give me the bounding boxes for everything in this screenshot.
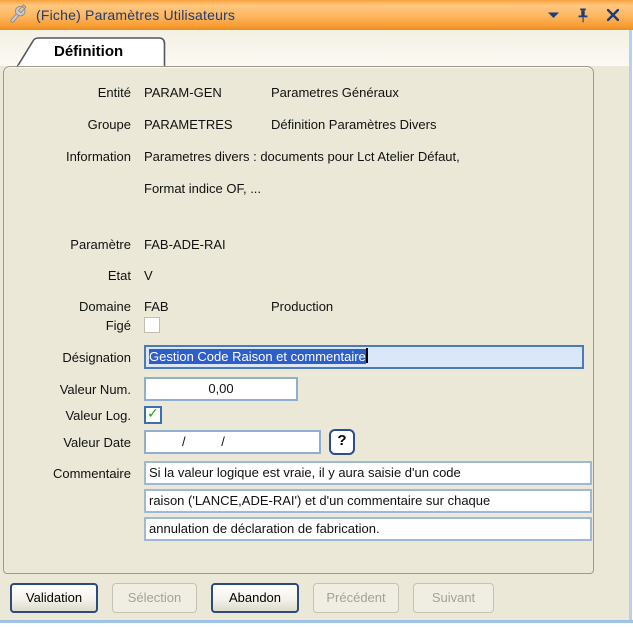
- valeur-date-label: Valeur Date: [4, 435, 131, 450]
- information-line1: Parametres divers : documents pour Lct A…: [144, 149, 460, 164]
- designation-input[interactable]: Gestion Code Raison et commentaire: [144, 345, 584, 369]
- row-commentaire-2: raison ('LANCE,ADE-RAI') et d'un comment…: [4, 490, 592, 512]
- entite-label: Entité: [4, 85, 131, 100]
- groupe-desc: Définition Paramètres Divers: [271, 117, 436, 132]
- row-entite: Entité PARAM-GEN Parametres Généraux: [4, 81, 399, 103]
- title-bar: (Fiche) Paramètres Utilisateurs: [0, 0, 633, 30]
- parametre-value: FAB-ADE-RAI: [144, 237, 226, 252]
- row-valeur-num: Valeur Num. 0,00: [4, 378, 298, 400]
- row-valeur-date: Valeur Date / / ?: [4, 431, 355, 453]
- valeur-num-label: Valeur Num.: [4, 382, 131, 397]
- entite-desc: Parametres Généraux: [271, 85, 399, 100]
- row-designation: Désignation Gestion Code Raison et comme…: [4, 346, 584, 368]
- groupe-label: Groupe: [4, 117, 131, 132]
- fige-checkbox[interactable]: [144, 317, 160, 333]
- designation-label: Désignation: [4, 350, 131, 365]
- domaine-label: Domaine: [4, 299, 131, 314]
- pin-icon[interactable]: [575, 7, 591, 23]
- valeur-log-label: Valeur Log.: [4, 408, 131, 423]
- etat-label: Etat: [4, 268, 131, 283]
- commentaire-input-1[interactable]: Si la valeur logique est vraie, il y aur…: [144, 461, 592, 485]
- tool-window: (Fiche) Paramètres Utilisateurs: [0, 0, 633, 627]
- frame-bottom-line: [0, 620, 633, 623]
- row-parametre: Paramètre FAB-ADE-RAI: [4, 233, 226, 255]
- suivant-button[interactable]: Suivant: [413, 583, 494, 613]
- commentaire-input-2[interactable]: raison ('LANCE,ADE-RAI') et d'un comment…: [144, 489, 592, 513]
- valeur-num-input[interactable]: 0,00: [144, 377, 298, 401]
- row-fige: Figé: [4, 314, 160, 336]
- row-information: Information Parametres divers : document…: [4, 145, 460, 167]
- close-icon[interactable]: [605, 7, 621, 23]
- parametre-label: Paramètre: [4, 237, 131, 252]
- button-bar: Validation Sélection Abandon Précédent S…: [10, 583, 494, 613]
- definition-panel: Entité PARAM-GEN Parametres Généraux Gro…: [3, 66, 594, 574]
- groupe-code: PARAMETRES: [144, 117, 271, 132]
- row-valeur-log: Valeur Log.: [4, 404, 162, 426]
- abandon-button[interactable]: Abandon: [211, 583, 299, 613]
- frame-right-line: [629, 30, 632, 623]
- domaine-desc: Production: [271, 299, 333, 314]
- text-caret: [366, 348, 368, 363]
- date-help-button[interactable]: ?: [329, 429, 355, 455]
- commentaire-label: Commentaire: [4, 466, 131, 481]
- domaine-code: FAB: [144, 299, 271, 314]
- chevron-down-icon[interactable]: [545, 7, 561, 23]
- entite-code: PARAM-GEN: [144, 85, 271, 100]
- etat-value: V: [144, 268, 153, 283]
- row-commentaire-1: Commentaire Si la valeur logique est vra…: [4, 462, 592, 484]
- fige-label: Figé: [4, 318, 131, 333]
- information-line2: Format indice OF, ...: [144, 181, 261, 196]
- valeur-date-input[interactable]: / /: [144, 430, 321, 454]
- precedent-button[interactable]: Précédent: [313, 583, 399, 613]
- tab-label: Définition: [54, 43, 123, 60]
- selection-button[interactable]: Sélection: [112, 583, 197, 613]
- row-groupe: Groupe PARAMETRES Définition Paramètres …: [4, 113, 436, 135]
- row-commentaire-3: annulation de déclaration de fabrication…: [4, 518, 592, 540]
- window-title: (Fiche) Paramètres Utilisateurs: [36, 7, 235, 23]
- validation-button[interactable]: Validation: [10, 583, 98, 613]
- information-label: Information: [4, 149, 131, 164]
- tab-definition[interactable]: Définition: [16, 37, 176, 67]
- frame-edge-bottom: [0, 623, 633, 627]
- row-information-2: Format indice OF, ...: [4, 177, 261, 199]
- designation-selected-text: Gestion Code Raison et commentaire: [149, 349, 366, 364]
- wrench-icon: [6, 4, 28, 26]
- row-etat: Etat V: [4, 264, 153, 286]
- commentaire-input-3[interactable]: annulation de déclaration de fabrication…: [144, 517, 592, 541]
- valeur-log-checkbox[interactable]: [144, 406, 162, 424]
